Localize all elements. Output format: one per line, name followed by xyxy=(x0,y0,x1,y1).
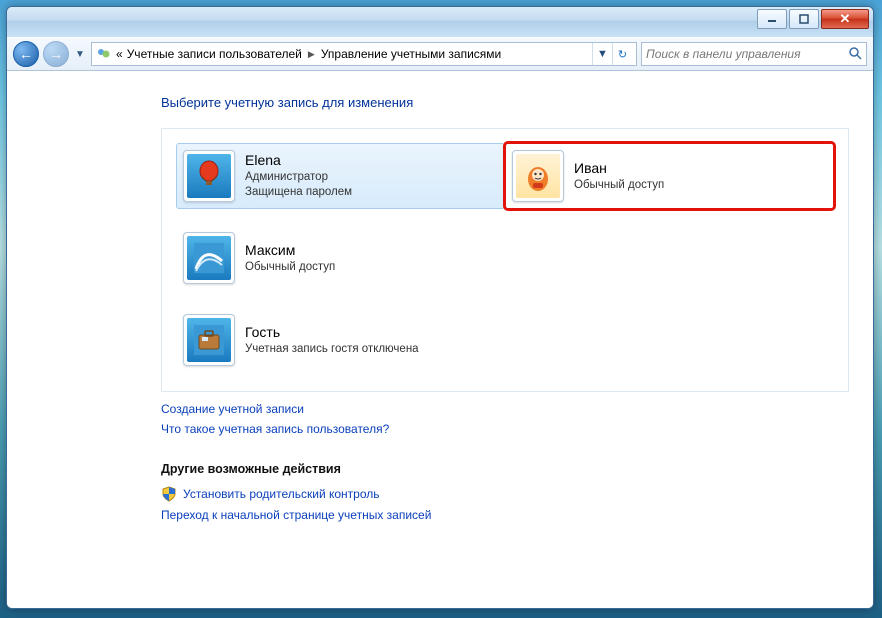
links-group: Создание учетной записи Что такое учетна… xyxy=(161,402,849,436)
account-text: Иван Обычный доступ xyxy=(574,159,664,193)
account-item-elena[interactable]: Elena Администратор Защищена паролем xyxy=(176,143,505,209)
account-role: Администратор xyxy=(245,170,352,186)
minimize-button[interactable] xyxy=(757,9,787,29)
doll-icon xyxy=(516,154,560,198)
account-name: Максим xyxy=(245,241,335,260)
breadcrumb-sep-icon: ▶ xyxy=(306,49,317,60)
history-dropdown[interactable]: ▼ xyxy=(73,49,87,60)
back-button[interactable]: ← xyxy=(13,41,39,67)
balloon-icon xyxy=(187,154,231,198)
page-title: Выберите учетную запись для изменения xyxy=(161,95,849,110)
back-icon: ← xyxy=(19,46,33,62)
account-text: Гость Учетная запись гостя отключена xyxy=(245,323,419,357)
close-button[interactable]: ✕ xyxy=(821,9,869,29)
content-area: Выберите учетную запись для изменения xyxy=(7,71,873,608)
account-item-maksim[interactable]: Максим Обычный доступ xyxy=(176,225,505,291)
minimize-icon xyxy=(767,14,777,24)
link-parental-controls[interactable]: Установить родительский контроль xyxy=(183,487,380,501)
control-panel-icon xyxy=(96,46,112,62)
account-name: Elena xyxy=(245,151,352,170)
refresh-icon: ↻ xyxy=(618,48,627,61)
forward-icon: → xyxy=(49,46,63,62)
close-icon: ✕ xyxy=(840,11,851,27)
forward-button: → xyxy=(43,41,69,67)
coaster-icon xyxy=(187,236,231,280)
window: ✕ ← → ▼ « Учетные записи пользователей ▶… xyxy=(6,6,874,609)
other-actions-heading: Другие возможные действия xyxy=(161,462,849,476)
maximize-icon xyxy=(799,14,809,24)
navbar: ← → ▼ « Учетные записи пользователей ▶ У… xyxy=(7,37,873,71)
account-text: Elena Администратор Защищена паролем xyxy=(245,151,352,201)
avatar xyxy=(183,150,235,202)
account-role: Обычный доступ xyxy=(574,178,664,194)
breadcrumb-item-2[interactable]: Управление учетными записями xyxy=(321,47,501,61)
link-create-account[interactable]: Создание учетной записи xyxy=(161,402,849,416)
address-bar[interactable]: « Учетные записи пользователей ▶ Управле… xyxy=(91,42,637,66)
account-item-ivan[interactable]: Иван Обычный доступ xyxy=(505,143,834,209)
link-accounts-home[interactable]: Переход к начальной странице учетных зап… xyxy=(161,508,849,522)
breadcrumb-prefix: « xyxy=(116,47,123,61)
address-dropdown[interactable]: ▼ xyxy=(592,43,612,65)
account-role: Учетная запись гостя отключена xyxy=(245,342,419,358)
titlebar: ✕ xyxy=(7,7,873,37)
search-input[interactable]: Поиск в панели управления xyxy=(641,42,867,66)
account-text: Максим Обычный доступ xyxy=(245,241,335,275)
avatar xyxy=(512,150,564,202)
account-status: Защищена паролем xyxy=(245,185,352,201)
account-name: Гость xyxy=(245,323,419,342)
refresh-button[interactable]: ↻ xyxy=(612,43,632,65)
breadcrumb-item-1[interactable]: Учетные записи пользователей xyxy=(127,47,302,61)
account-name: Иван xyxy=(574,159,664,178)
avatar xyxy=(183,314,235,366)
account-role: Обычный доступ xyxy=(245,260,335,276)
address-right-controls: ▼ ↻ xyxy=(592,43,632,65)
maximize-button[interactable] xyxy=(789,9,819,29)
shield-icon xyxy=(161,486,177,502)
search-icon xyxy=(848,46,862,63)
link-what-is-account[interactable]: Что такое учетная запись пользователя? xyxy=(161,422,849,436)
search-placeholder: Поиск в панели управления xyxy=(646,47,801,61)
accounts-grid: Elena Администратор Защищена паролем xyxy=(161,128,849,392)
suitcase-icon xyxy=(187,318,231,362)
avatar xyxy=(183,232,235,284)
account-item-guest[interactable]: Гость Учетная запись гостя отключена xyxy=(176,307,834,373)
